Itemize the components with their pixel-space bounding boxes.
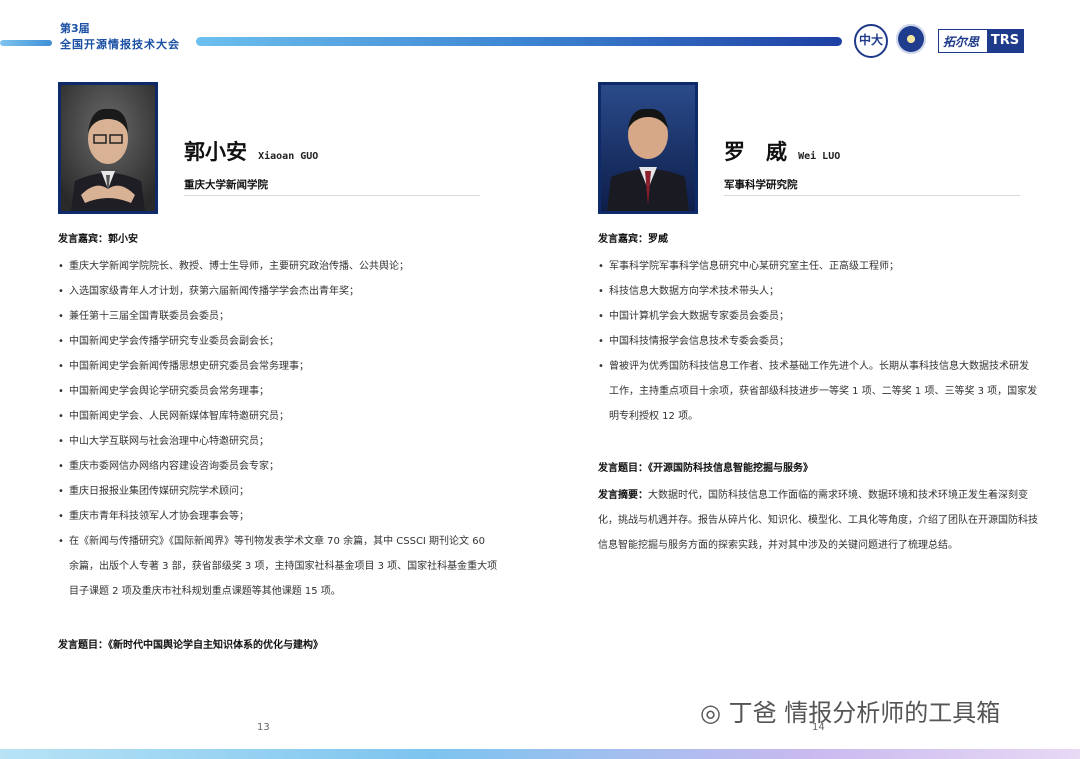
- bio-item: 重庆日报报业集团传媒研究院学术顾问；: [58, 479, 498, 504]
- bio-item: 中国科技情报学会信息技术专委会委员；: [598, 329, 1038, 354]
- speaker-photo: [598, 82, 698, 214]
- abstract-text: 大数据时代，国防科技信息工作面临的需求环境、数据环境和技术环境正发生着深刻变化，…: [598, 490, 1038, 551]
- speaker-label: 发言嘉宾：罗威: [598, 234, 668, 245]
- university-logo-icon: 中大: [854, 24, 888, 58]
- speaker-bio: 发言嘉宾：罗威 军事科学院军事科学信息研究中心某研究室主任、正高级工程师； 科技…: [598, 230, 1038, 558]
- abstract-label: 发言摘要：: [598, 490, 648, 501]
- bio-item: 中国新闻史学会舆论学研究委员会常务理事；: [58, 379, 498, 404]
- bio-item: 中国新闻史学会新闻传播思想史研究委员会常务理事；: [58, 354, 498, 379]
- wechat-icon: ◎: [700, 699, 729, 727]
- talk-abstract: 发言摘要：大数据时代，国防科技信息工作面临的需求环境、数据环境和技术环境正发生着…: [598, 483, 1038, 558]
- page-header: 第3届 全国开源情报技术大会 中大 拓尔思 TRS: [0, 0, 1080, 62]
- conference-title: 全国开源情报技术大会: [60, 38, 180, 51]
- talk-topic: 发言题目：《开源国防科技信息智能挖掘与服务》: [598, 463, 813, 474]
- speaker-affiliation: 军事科学研究院: [724, 179, 798, 191]
- header-accent-bar: [0, 40, 52, 46]
- speaker-affiliation: 重庆大学新闻学院: [184, 179, 268, 191]
- divider: [724, 195, 1020, 196]
- speaker-bio: 发言嘉宾：郭小安 重庆大学新闻学院院长、教授、博士生导师，主要研究政治传播、公共…: [58, 230, 498, 651]
- bio-item: 中国新闻史学会传播学研究专业委员会副会长；: [58, 329, 498, 354]
- bio-item: 在《新闻与传播研究》《国际新闻界》等刊物发表学术文章 70 余篇，其中 CSSC…: [58, 529, 498, 604]
- bio-item: 重庆市委网信办网络内容建设咨询委员会专家；: [58, 454, 498, 479]
- speaker-name-cn: 郭小安: [184, 140, 247, 164]
- conference-edition: 第3届: [60, 22, 90, 35]
- bio-item: 曾被评为优秀国防科技信息工作者、技术基础工作先进个人。长期从事科技信息大数据技术…: [598, 354, 1038, 429]
- wechat-watermark: ◎ 丁爸 情报分析师的工具箱: [700, 699, 1001, 727]
- speaker-name-en: Xiaoan GUO: [258, 151, 319, 162]
- speaker-label: 发言嘉宾：郭小安: [58, 234, 138, 245]
- speaker-name-en: Wei LUO: [798, 151, 841, 162]
- emblem-logo-icon: [896, 24, 926, 54]
- page-number-left: 13: [257, 722, 270, 733]
- divider: [184, 195, 480, 196]
- bio-item: 军事科学院军事科学信息研究中心某研究室主任、正高级工程师；: [598, 254, 1038, 279]
- bio-item: 重庆市青年科技领军人才协会理事会等；: [58, 504, 498, 529]
- talk-topic: 发言题目：《新时代中国舆论学自主知识体系的优化与建构》: [58, 640, 323, 651]
- bio-item: 科技信息大数据方向学术技术带头人；: [598, 279, 1038, 304]
- bio-item: 中国新闻史学会、人民网新媒体智库特邀研究员；: [58, 404, 498, 429]
- bio-item: 兼任第十三届全国青联委员会委员；: [58, 304, 498, 329]
- bio-item: 入选国家级青年人才计划，获第六届新闻传播学学会杰出青年奖；: [58, 279, 498, 304]
- speaker-photo: [58, 82, 158, 214]
- bio-item: 中山大学互联网与社会治理中心特邀研究员；: [58, 429, 498, 454]
- header-gradient-bar: [196, 37, 842, 46]
- footer-gradient-bar: [0, 749, 1080, 759]
- bio-item: 中国计算机学会大数据专家委员会委员；: [598, 304, 1038, 329]
- bio-item: 重庆大学新闻学院院长、教授、博士生导师，主要研究政治传播、公共舆论；: [58, 254, 498, 279]
- speaker-name-cn: 罗 威: [724, 140, 787, 164]
- trs-logo: 拓尔思 TRS: [938, 29, 1024, 53]
